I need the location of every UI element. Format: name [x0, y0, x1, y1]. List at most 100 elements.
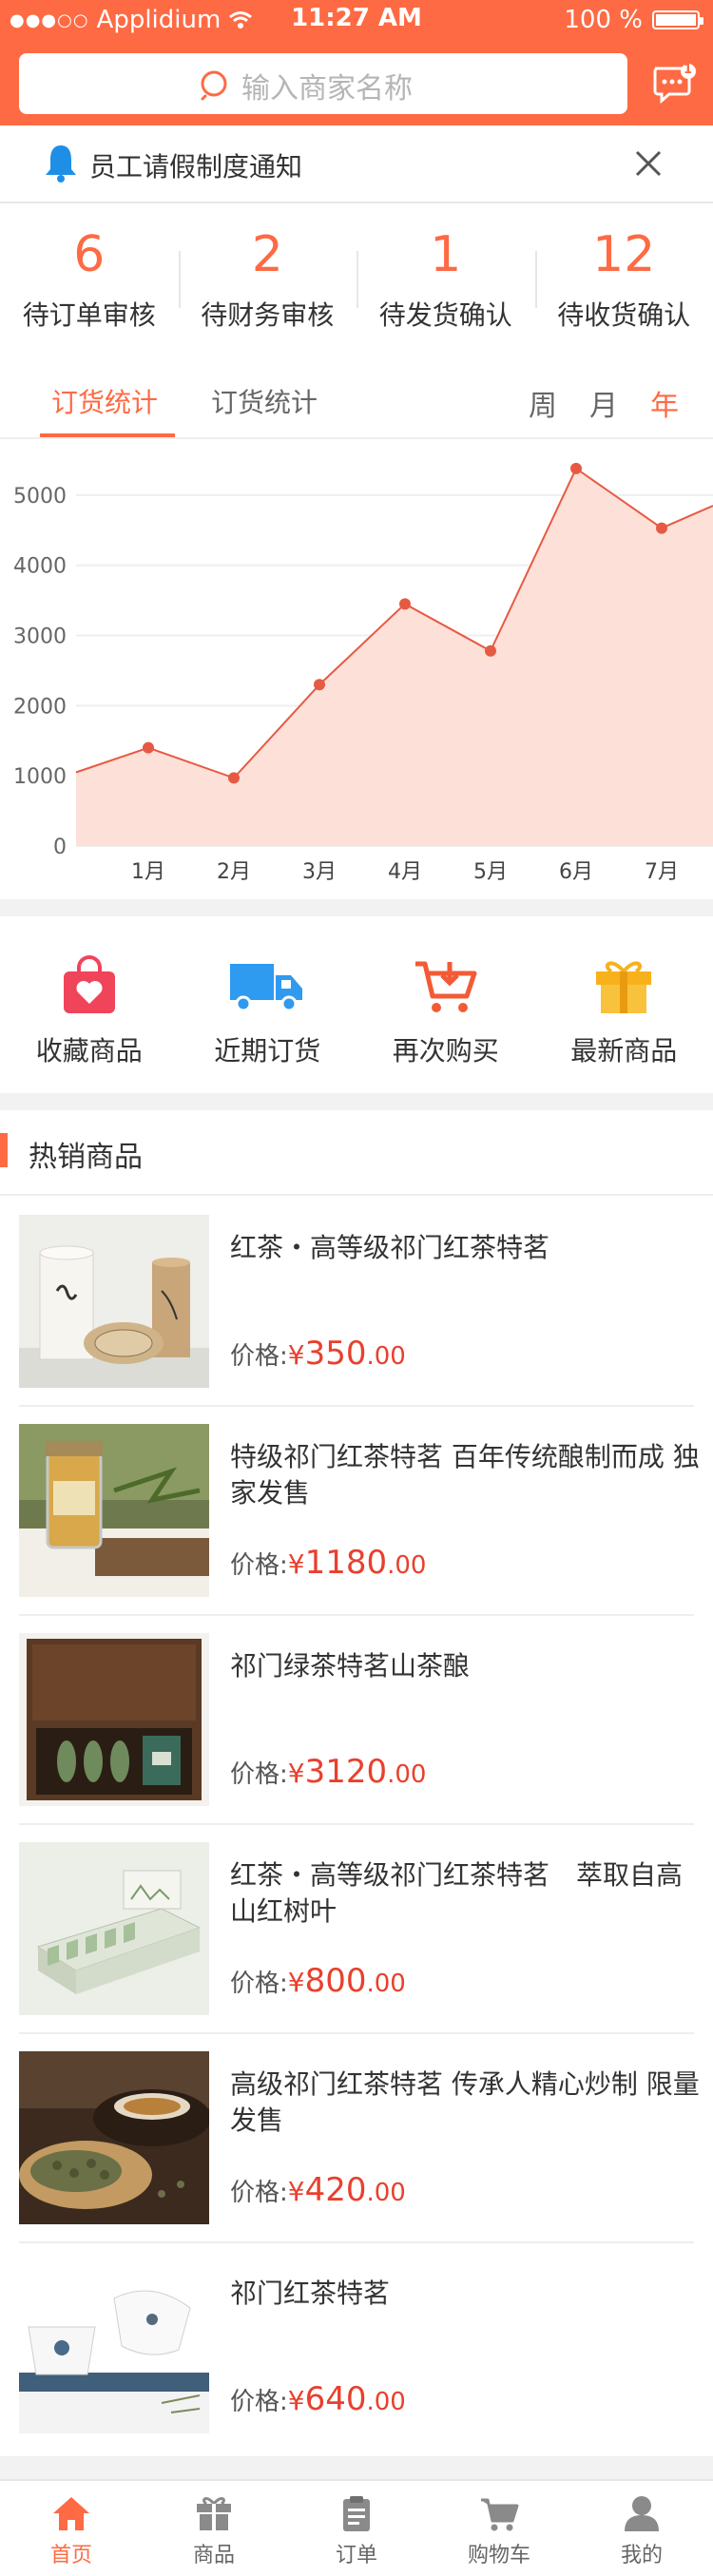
product-price: 价格: ¥ 640 .00 [230, 2380, 406, 2418]
product-item[interactable]: 高级祁门红茶特茗 传承人精心炒制 限量发售 价格: ¥ 420 .00 [19, 2034, 700, 2243]
search-icon [201, 70, 227, 101]
x-tick-label: 2月 [217, 860, 251, 884]
tab-label: 订单 [335, 2544, 377, 2567]
product-name: 红茶・高等级祁门红茶特茗 [230, 1232, 550, 1263]
price-label: 价格: [230, 1342, 288, 1371]
tab-products[interactable]: 商品 [143, 2481, 285, 2576]
price-integer: 1180 [304, 1544, 388, 1582]
product-price: 价格: ¥ 350 .00 [230, 1335, 406, 1373]
price-currency: ¥ [287, 1339, 305, 1371]
period-week[interactable]: 周 [529, 382, 557, 424]
quick-label: 收藏商品 [35, 1035, 143, 1067]
price-label: 价格: [230, 1970, 288, 1998]
product-item[interactable]: 红茶・高等级祁门红茶特茗 萃取自高山红树叶 价格: ¥ 800 .00 [19, 1825, 694, 2034]
quick-buy-again[interactable]: 再次购买 [356, 916, 535, 1093]
price-currency: ¥ [287, 1758, 305, 1789]
section-accent-bar [0, 1133, 8, 1167]
product-name: 特级祁门红茶特茗 百年传统酿制而成 独家发售 [230, 1441, 700, 1509]
close-icon[interactable] [629, 144, 667, 183]
user-icon [625, 2496, 659, 2531]
product-item[interactable]: 特级祁门红茶特茗 百年传统酿制而成 独家发售 价格: ¥ 1180 .00 [19, 1407, 700, 1616]
period-month[interactable]: 月 [589, 382, 618, 424]
price-currency: ¥ [287, 1967, 305, 1998]
cart-icon [481, 2498, 519, 2531]
price-label: 价格: [230, 2179, 288, 2207]
tab-label: 首页 [49, 2544, 92, 2567]
stat-pending-finance-review[interactable]: 2 待财务审核 [178, 203, 357, 346]
stat-label: 待订单审核 [22, 299, 156, 331]
price-decimal: .00 [366, 1970, 406, 1998]
tab-label: 我的 [620, 2544, 663, 2567]
tab-orders[interactable]: 订单 [285, 2481, 428, 2576]
stat-value: 6 [73, 226, 106, 283]
stat-label: 待收货确认 [557, 299, 691, 331]
message-badge: 1 [684, 63, 693, 77]
shopping-cart-icon [414, 961, 477, 1012]
search-placeholder: 输入商家名称 [241, 72, 413, 106]
section-divider [0, 899, 713, 916]
product-price: 价格: ¥ 800 .00 [230, 1962, 406, 2000]
price-integer: 800 [304, 1962, 367, 2000]
product-price: 价格: ¥ 1180 .00 [230, 1544, 426, 1582]
tab-order-stats[interactable]: 订货统计 [51, 382, 158, 420]
product-item[interactable]: 红茶・高等级祁门红茶特茗 价格: ¥ 350 .00 [19, 1198, 694, 1407]
tab-label: 购物车 [467, 2544, 530, 2567]
product-image [19, 1424, 209, 1597]
stat-pending-shipment[interactable]: 1 待发货确认 [356, 203, 535, 346]
quick-favorites[interactable]: 收藏商品 [0, 916, 179, 1093]
gift-box-icon [596, 961, 652, 1013]
clipboard-icon [343, 2496, 370, 2531]
favorite-bag-icon [63, 955, 115, 1013]
section-title: 热销商品 [29, 1141, 143, 1174]
data-point [399, 598, 411, 610]
quick-new-products[interactable]: 最新商品 [535, 916, 713, 1093]
price-decimal: .00 [366, 2179, 406, 2207]
y-tick-label: 5000 [13, 485, 67, 509]
tab-profile[interactable]: 我的 [570, 2481, 713, 2576]
stat-value: 2 [251, 226, 283, 283]
active-tab-indicator [40, 433, 175, 437]
price-integer: 350 [304, 1335, 367, 1373]
chart-area [76, 468, 713, 846]
period-year[interactable]: 年 [650, 382, 679, 424]
product-item[interactable]: 祁门绿茶特茗山茶酿 价格: ¥ 3120 .00 [19, 1616, 694, 1825]
y-tick-label: 0 [53, 836, 67, 859]
price-currency: ¥ [287, 2176, 305, 2207]
product-name: 祁门红茶特茗 [230, 2278, 391, 2309]
stat-pending-receipt[interactable]: 12 待收货确认 [534, 203, 713, 346]
price-decimal: .00 [387, 1760, 427, 1789]
y-tick-label: 3000 [13, 625, 67, 649]
hot-products-header: 热销商品 [0, 1110, 713, 1196]
stat-value: 12 [592, 226, 656, 283]
stat-label: 待财务审核 [201, 299, 335, 331]
product-list: 红茶・高等级祁门红茶特茗 价格: ¥ 350 .00 特级祁门红茶特茗 百年传统… [0, 1198, 713, 2452]
price-decimal: .00 [366, 1342, 406, 1371]
data-point [314, 679, 325, 691]
price-label: 价格: [230, 2388, 288, 2416]
gift-icon [197, 2497, 231, 2530]
quick-actions: 收藏商品 近期订货 再次购买 最新商品 [0, 916, 713, 1093]
price-integer: 3120 [304, 1753, 388, 1791]
quick-label: 最新商品 [570, 1035, 678, 1067]
order-chart: 0 1000 2000 3000 4000 5000 1月 2月 3月 4月 5月 6月 7月 [13, 462, 713, 884]
tab-home[interactable]: 首页 [0, 2481, 143, 2576]
stat-pending-order-review[interactable]: 6 待订单审核 [0, 203, 179, 346]
notice-bar[interactable]: 员工请假制度通知 [0, 125, 713, 203]
tab-cart[interactable]: 购物车 [428, 2481, 570, 2576]
product-name: 高级祁门红茶特茗 传承人精心炒制 限量发售 [230, 2068, 700, 2136]
product-item[interactable]: 祁门红茶特茗 价格: ¥ 640 .00 [19, 2243, 694, 2452]
data-point [143, 741, 154, 754]
battery-icon [652, 10, 703, 29]
price-label: 价格: [230, 1760, 288, 1789]
price-integer: 420 [304, 2171, 367, 2209]
messages-button[interactable]: 1 [652, 63, 696, 105]
status-bar: ●●●○○ Applidium 11:27 AM 100 % [0, 0, 713, 40]
quick-label: 近期订货 [214, 1035, 321, 1067]
price-label: 价格: [230, 1551, 288, 1580]
search-input[interactable]: 输入商家名称 [19, 53, 627, 114]
product-image [19, 2260, 209, 2433]
quick-recent-orders[interactable]: 近期订货 [179, 916, 357, 1093]
tab-order-stats-2[interactable]: 订货统计 [211, 382, 318, 420]
data-point [570, 462, 582, 474]
product-image [19, 1215, 209, 1388]
